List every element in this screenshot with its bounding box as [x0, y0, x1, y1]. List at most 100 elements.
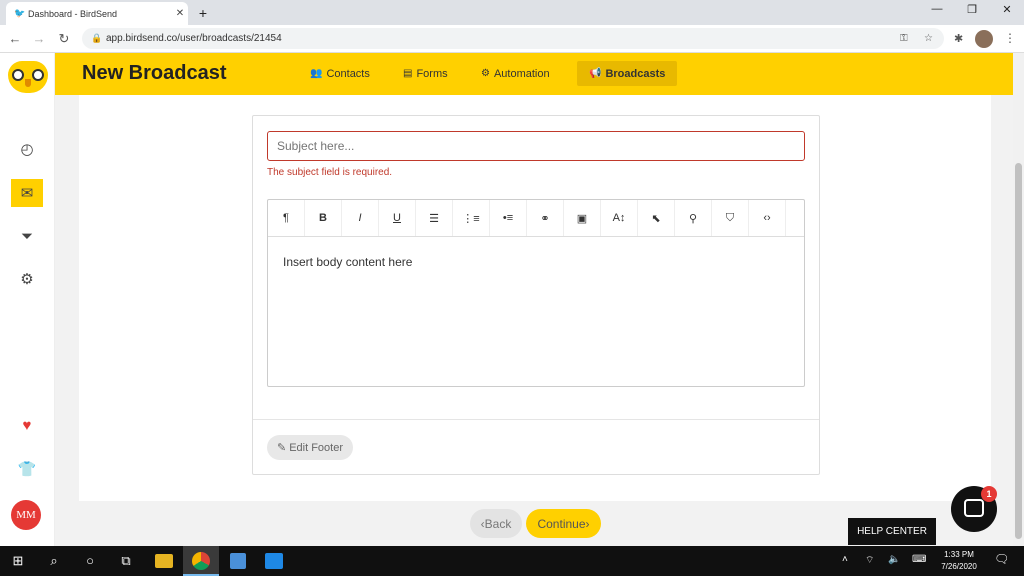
forms-icon: ▤ [403, 68, 413, 79]
browser-tab-bar: 🐦 Dashboard - BirdSend ✕ + — ❐ ✕ [0, 0, 1024, 25]
filter-icon[interactable]: ⏷ [11, 222, 43, 250]
ordered-list-icon: ⋮≡ [462, 212, 480, 225]
mail-icon[interactable]: ✉ [11, 179, 43, 207]
keyboard-icon[interactable]: ⌨ [912, 554, 926, 565]
gear-icon[interactable]: ⚙ [11, 265, 43, 293]
restore-button[interactable]: ❐ [957, 3, 987, 21]
bold-button[interactable]: B [305, 200, 342, 236]
browser-toolbar: ← → ↻ 🔒 app.birdsend.co/user/broadcasts/… [0, 25, 1024, 53]
file-explorer-icon[interactable] [155, 554, 173, 568]
tab-contacts[interactable]: 👥 Contacts [298, 61, 382, 86]
help-center-button[interactable]: HELP CENTER [848, 518, 936, 545]
paragraph-label: ¶ [283, 212, 289, 224]
notepad-icon[interactable] [230, 553, 246, 569]
dashboard-icon[interactable]: ◴ [11, 135, 43, 163]
logo-eye-left [12, 69, 24, 81]
minimize-button[interactable]: — [922, 3, 952, 21]
align-left-icon: ☰ [429, 212, 439, 225]
edit-footer-button[interactable]: ✎ Edit Footer [267, 435, 353, 460]
subject-input[interactable] [267, 131, 805, 161]
reload-icon[interactable]: ↻ [55, 30, 73, 48]
paragraph-button[interactable]: ¶ [268, 200, 305, 236]
back-button-label: Back [484, 516, 512, 531]
tab-automation[interactable]: ⚙ Automation [469, 61, 562, 86]
new-tab-button[interactable]: + [194, 4, 212, 22]
continue-button[interactable]: Continue › [526, 509, 601, 538]
task-view-icon[interactable]: ⧉ [116, 551, 136, 571]
windows-start-icon[interactable]: ⊞ [8, 551, 28, 571]
photos-icon[interactable] [265, 553, 283, 569]
image-button[interactable]: ▣ [564, 200, 601, 236]
body-editor: ¶ B I U ☰ ⋮≡ •≡ ⚭ ▣ A↕ ⬉ ⚲ ⛉ ‹› Insert b… [267, 199, 805, 387]
font-size-icon: A↕ [612, 212, 626, 224]
ordered-list-button[interactable]: ⋮≡ [453, 200, 490, 236]
italic-label: I [358, 212, 362, 224]
scrollbar-thumb[interactable] [1015, 163, 1022, 539]
underline-label: U [393, 212, 401, 224]
chat-icon [964, 499, 984, 517]
profile-avatar[interactable] [975, 30, 993, 48]
shirt-icon[interactable]: 👕 [11, 455, 43, 483]
tab-broadcasts-label: Broadcasts [605, 67, 666, 80]
tab-close-icon[interactable]: ✕ [172, 8, 188, 19]
italic-button[interactable]: I [342, 200, 379, 236]
browser-tab[interactable]: 🐦 Dashboard - BirdSend ✕ [6, 2, 188, 25]
cortana-icon[interactable]: ○ [80, 551, 100, 571]
heart-icon[interactable]: ♥ [11, 411, 43, 439]
lock-icon: 🔒 [91, 33, 103, 43]
person-button[interactable]: ⚲ [675, 200, 712, 236]
clock-time: 1:33 PM [944, 550, 974, 559]
link-icon: ⚭ [540, 212, 550, 225]
shield-icon: ⛉ [725, 211, 735, 224]
shield-button[interactable]: ⛉ [712, 200, 749, 236]
notifications-icon[interactable]: 🗨 [994, 552, 1009, 566]
tab-broadcasts[interactable]: 📢 Broadcasts [577, 61, 678, 86]
star-icon[interactable]: ☆ [924, 28, 933, 49]
underline-button[interactable]: U [379, 200, 416, 236]
user-avatar[interactable]: MM [11, 500, 41, 530]
chevron-right-icon: › [585, 516, 590, 531]
tab-forms-label: Forms [416, 67, 448, 80]
edit-icon: ✎ [276, 442, 287, 454]
logo-beak [25, 79, 31, 87]
taskbar-clock[interactable]: 1:33 PM 7/26/2020 [936, 549, 982, 573]
network-icon[interactable]: ⌔ [865, 554, 874, 567]
editor-body[interactable]: Insert body content here [283, 255, 412, 269]
continue-button-label: Continue [537, 516, 586, 531]
key-icon[interactable]: ⚿ [900, 28, 908, 49]
code-button[interactable]: ‹› [749, 200, 786, 236]
link-button[interactable]: ⚭ [527, 200, 564, 236]
automation-icon: ⚙ [481, 68, 490, 79]
page-title: New Broadcast [82, 62, 227, 84]
logo-eye-right [32, 69, 44, 81]
tray-chevron-icon[interactable]: ˄ [842, 554, 848, 565]
forward-arrow-icon[interactable]: → [30, 30, 48, 48]
clock-date: 7/26/2020 [941, 562, 977, 571]
pointer-button[interactable]: ⬉ [638, 200, 675, 236]
browser-menu-icon[interactable]: ⋮ [1004, 31, 1016, 45]
back-button[interactable]: ‹ Back [470, 509, 522, 538]
person-icon: ⚲ [688, 212, 698, 225]
windows-taskbar: ⊞ ⌕ ○ ⧉ ˄ ⌔ 🔈 ⌨ 1:33 PM 7/26/2020 🗨 [0, 546, 1024, 576]
bullet-list-button[interactable]: •≡ [490, 200, 527, 236]
code-icon: ‹› [763, 212, 771, 224]
bullet-list-icon: •≡ [502, 212, 514, 224]
megaphone-icon: 📢 [589, 68, 602, 79]
pointer-icon: ⬉ [651, 212, 661, 225]
close-window-button[interactable]: ✕ [992, 3, 1022, 21]
card-divider [253, 419, 819, 420]
edit-footer-label: Edit Footer [289, 441, 344, 454]
broadcast-form-card: The subject field is required. ¶ B I U ☰… [252, 115, 820, 475]
extensions-icon[interactable]: ✱ [954, 32, 963, 45]
volume-icon[interactable]: 🔈 [888, 554, 900, 565]
tab-forms[interactable]: ▤ Forms [391, 61, 460, 86]
address-bar[interactable]: 🔒 app.birdsend.co/user/broadcasts/21454 … [82, 28, 944, 49]
chrome-icon[interactable] [192, 552, 210, 570]
birdsend-logo[interactable] [8, 61, 48, 93]
chat-badge: 1 [981, 486, 997, 502]
back-arrow-icon[interactable]: ← [6, 30, 24, 48]
page-scrollbar[interactable] [1013, 53, 1024, 546]
align-left-button[interactable]: ☰ [416, 200, 453, 236]
search-icon[interactable]: ⌕ [44, 551, 64, 571]
font-size-button[interactable]: A↕ [601, 200, 638, 236]
